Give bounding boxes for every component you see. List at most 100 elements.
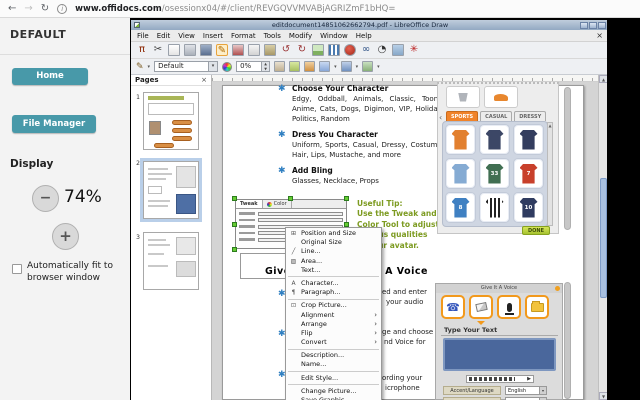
forward-icon[interactable]: → <box>24 3 32 14</box>
copy-icon[interactable] <box>248 44 260 56</box>
menu-file[interactable]: File <box>133 30 153 42</box>
reload-icon[interactable]: ↻ <box>41 3 49 14</box>
menu-view[interactable]: View <box>174 30 199 42</box>
flip-icon[interactable] <box>340 61 352 72</box>
context-menu-item-name[interactable]: Name... <box>286 360 381 369</box>
menu-edit[interactable]: Edit <box>153 30 175 42</box>
scrollbar-thumb[interactable] <box>600 178 607 298</box>
context-menu-item-character[interactable]: A Character... <box>286 279 381 288</box>
context-menu-item-line[interactable]: ╱ Line... <box>286 247 381 256</box>
export-icon[interactable] <box>232 44 244 56</box>
arrange-caret-icon[interactable]: ▾ <box>377 64 380 70</box>
context-menu-item-crop-picture[interactable]: ⊡ Crop Picture... <box>286 301 381 310</box>
menu-tools[interactable]: Tools <box>260 30 285 42</box>
thumbnail-image[interactable] <box>143 161 199 219</box>
edit-image-icon[interactable]: ✎ <box>216 44 228 56</box>
thumbnail-image[interactable] <box>143 92 199 150</box>
spellcheck-icon[interactable] <box>344 44 356 56</box>
line-tool-icon[interactable]: ✎ <box>136 62 144 72</box>
context-menu-item-text[interactable]: Text... <box>286 266 381 275</box>
window-titlebar[interactable]: editdocument14851062662794.pdf - LibreOf… <box>131 20 607 30</box>
gallery-icon[interactable] <box>392 44 404 56</box>
zoom-out-button[interactable]: − <box>32 185 59 212</box>
snap-icon[interactable] <box>304 61 316 72</box>
lightblue-jersey-card <box>445 158 476 189</box>
context-menu-item-description[interactable]: Description... <box>286 351 381 360</box>
arrange-icon[interactable] <box>362 61 374 72</box>
page-info-icon[interactable]: i <box>57 3 68 14</box>
page-thumbnail-2-selected[interactable]: 2 <box>131 158 202 222</box>
context-menu-item-flip[interactable]: Flip › <box>286 329 381 338</box>
pages-panel-close-icon[interactable]: × <box>201 76 207 84</box>
image-icon[interactable] <box>312 44 324 56</box>
menu-help[interactable]: Help <box>352 30 376 42</box>
scroll-up-arrow-icon[interactable]: ▲ <box>599 75 607 83</box>
selection-handle[interactable] <box>232 247 237 252</box>
context-menu-item-arrange[interactable]: Arrange › <box>286 320 381 329</box>
menu-insert[interactable]: Insert <box>199 30 227 42</box>
context-menu-item-save-graphic[interactable]: Save Graphic... <box>286 396 381 400</box>
close-document-icon[interactable]: × <box>596 30 607 42</box>
undo-icon[interactable]: ↺ <box>280 44 292 56</box>
align-objects-icon[interactable] <box>319 61 331 72</box>
page-thumbnail-3[interactable]: 3 <box>131 232 199 290</box>
context-menu-item-edit-style[interactable]: Edit Style... <box>286 374 381 383</box>
thumbnail-image[interactable] <box>143 232 199 290</box>
transparency-spinbox[interactable]: 0% ▲ ▼ <box>236 61 271 72</box>
page-thumbnail-1[interactable]: 1 <box>131 92 199 150</box>
context-menu-item-area[interactable]: ▨ Area... <box>286 257 381 266</box>
grid-icon[interactable] <box>289 61 301 72</box>
style-select-arrow-icon[interactable]: ▾ <box>208 62 218 71</box>
menu-format[interactable]: Format <box>227 30 260 42</box>
style-select[interactable]: Default ▾ <box>154 61 219 72</box>
context-menu-item-alignment[interactable]: Alignment › <box>286 311 381 320</box>
new-document-icon[interactable] <box>168 44 180 56</box>
selection-handle[interactable] <box>232 196 237 201</box>
home-button[interactable]: Home <box>12 68 88 85</box>
maximize-button[interactable] <box>589 21 597 29</box>
vertical-scrollbar[interactable]: ▲ ▼ <box>598 75 607 400</box>
sports-picker-image[interactable]: ‹ SPORTS CASUAL DRESSY 33 7 8 10 ▲ DONE <box>437 82 559 235</box>
minimize-button[interactable] <box>580 21 588 29</box>
scroll-down-arrow-icon[interactable]: ▼ <box>599 392 607 400</box>
drawing-canvas[interactable]: ✱ Choose Your Character Edgy, Oddball, Ani… <box>212 82 598 400</box>
context-menu-item-original-size[interactable]: Original Size <box>286 238 381 247</box>
print-icon[interactable] <box>184 44 196 56</box>
selection-handle[interactable] <box>288 196 293 201</box>
selection-handle[interactable] <box>344 196 349 201</box>
context-menu-item-position-and-size[interactable]: ⊞ Position and Size <box>286 229 381 238</box>
save-icon[interactable] <box>200 44 212 56</box>
context-menu-item-convert[interactable]: Convert › <box>286 338 381 347</box>
context-menu-item-change-picture[interactable]: Change Picture... <box>286 387 381 396</box>
sidebar-divider <box>0 54 130 55</box>
context-menu-item-paragraph[interactable]: ¶ Paragraph... <box>286 288 381 297</box>
color-wheel-icon[interactable] <box>222 61 233 72</box>
voice-panel-image[interactable]: Give It A Voice ☎ Type Your Text ▶ Accen… <box>435 283 563 400</box>
spinbox-steppers[interactable]: ▲ ▼ <box>261 62 270 71</box>
close-window-button[interactable] <box>598 21 606 29</box>
chart-icon[interactable] <box>328 44 340 56</box>
menu-window[interactable]: Window <box>316 30 352 42</box>
flip-caret-icon[interactable]: ▾ <box>356 64 359 70</box>
rotate-icon[interactable] <box>274 61 286 72</box>
pi-symbol-icon[interactable]: π <box>136 44 148 56</box>
align-caret-icon[interactable]: ▾ <box>334 64 337 70</box>
clock-icon[interactable]: ◔ <box>376 44 388 56</box>
hyperlink-icon[interactable]: ∞ <box>360 44 372 56</box>
selection-handle[interactable] <box>232 222 237 227</box>
cut-icon[interactable]: ✂ <box>152 44 164 56</box>
paste-icon[interactable] <box>264 44 276 56</box>
back-icon[interactable]: ← <box>8 3 16 14</box>
file-manager-button[interactable]: File Manager <box>12 115 96 133</box>
type-your-text-label: Type Your Text <box>444 326 498 334</box>
progress-segments <box>469 377 515 381</box>
address-bar[interactable]: www.offidocs.com/osessionx04/#/client/RE… <box>75 4 395 14</box>
redo-icon[interactable]: ↻ <box>296 44 308 56</box>
fit-window-checkbox[interactable] <box>12 264 22 274</box>
menu-item-label: Change Picture... <box>301 386 357 395</box>
section-heading: Add Bling <box>292 166 333 175</box>
menu-modify[interactable]: Modify <box>285 30 316 42</box>
snowflake-icon[interactable]: ✳ <box>408 44 420 56</box>
zoom-in-button[interactable]: + <box>52 223 79 250</box>
line-tool-caret-icon[interactable]: ▾ <box>148 64 151 70</box>
